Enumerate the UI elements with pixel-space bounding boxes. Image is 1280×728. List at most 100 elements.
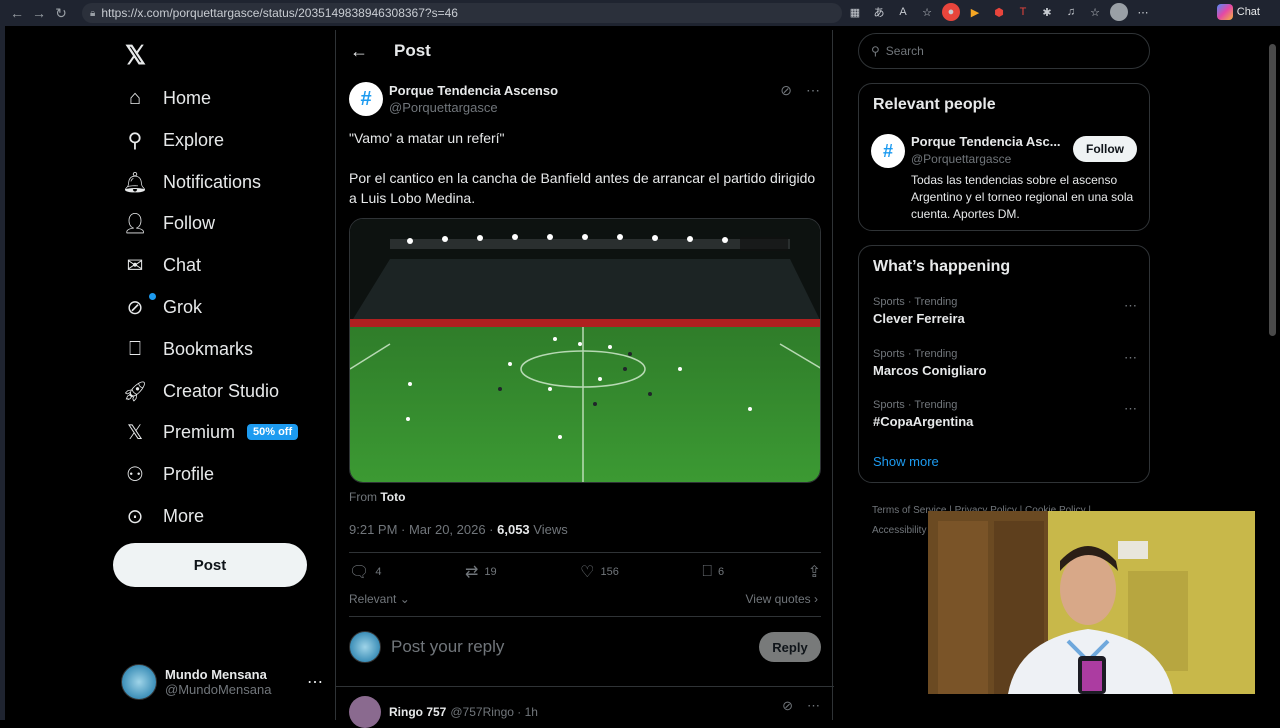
forward-arrow-icon[interactable]: → xyxy=(28,2,50,24)
favorites-icon[interactable]: ☆ xyxy=(1086,3,1104,21)
reply-button[interactable]: Reply xyxy=(759,632,821,662)
reply-author-name[interactable]: Ringo 757 xyxy=(389,705,446,719)
avatar[interactable]: # xyxy=(349,82,383,116)
copilot-chat-button[interactable]: Chat xyxy=(1216,4,1260,20)
translate-icon[interactable]: あ xyxy=(870,3,888,21)
bookmark-action[interactable]: ⎕ 6 xyxy=(702,562,724,582)
more-dots-icon[interactable]: ⋯ xyxy=(1124,401,1137,417)
post-actions: 🗨︎ 4 ⇄ 19 ♡ 156 ⎕ 6 ⇪ xyxy=(349,562,821,582)
left-sidebar: 𝕏 ⌂ Home ⚲ Explore 🔔︎ Notifications 👤︎ F… xyxy=(113,30,335,720)
sidebar-item-label: Chat xyxy=(163,254,202,275)
more-dots-icon[interactable]: ⋯ xyxy=(806,82,820,99)
back-arrow-icon[interactable]: ← xyxy=(350,41,368,62)
bookmark-count: 6 xyxy=(717,566,725,578)
account-switcher[interactable]: Mundo Mensana @MundoMensana ⋯ xyxy=(121,662,325,702)
like-action[interactable]: ♡ 156 xyxy=(580,562,619,582)
sidebar-item-home[interactable]: ⌂ Home xyxy=(123,78,211,118)
trend-topic: Clever Ferreira xyxy=(873,311,965,326)
follow-button[interactable]: Follow xyxy=(1073,136,1137,162)
red-ext-icon[interactable]: ⬢ xyxy=(990,3,1008,21)
reply-sort-dropdown[interactable]: Relevant ⌄ xyxy=(349,592,410,606)
x-logo-icon[interactable]: 𝕏 xyxy=(125,40,146,71)
read-aloud-icon[interactable]: A xyxy=(894,3,912,21)
search-placeholder: Search xyxy=(885,44,924,58)
app-grid-icon[interactable]: ▦ xyxy=(846,3,864,21)
play-ext-icon[interactable]: ▶ xyxy=(966,3,984,21)
whats-happening-card: What’s happening Sports · Trending Cleve… xyxy=(858,245,1150,483)
view-quotes-link[interactable]: View quotes › xyxy=(746,592,819,606)
mail-icon: ✉ xyxy=(126,254,144,277)
sidebar-item-explore[interactable]: ⚲ Explore xyxy=(123,120,224,160)
sidebar-item-follow[interactable]: 👤︎ Follow xyxy=(122,203,215,243)
search-input[interactable]: ⚲ Search xyxy=(858,33,1150,69)
sidebar-item-chat[interactable]: ✉ Chat xyxy=(123,245,201,285)
show-more-link[interactable]: Show more xyxy=(873,454,939,469)
card-title: Relevant people xyxy=(873,96,996,113)
notification-dot xyxy=(149,293,156,300)
reply-action[interactable]: 🗨︎ 4 xyxy=(349,562,381,582)
repost-action[interactable]: ⇄ 19 xyxy=(465,562,497,582)
sidebar-item-profile[interactable]: ⚇ Profile xyxy=(123,454,214,494)
sidebar-item-more[interactable]: ⊙ More xyxy=(123,496,204,536)
more-dots-icon[interactable]: ⋯ xyxy=(307,672,323,692)
more-dots-icon[interactable]: ⋯ xyxy=(1124,298,1137,314)
lock-icon: 🔒︎ xyxy=(90,7,96,19)
sidebar-item-creator-studio[interactable]: 🚀︎ Creator Studio xyxy=(122,371,279,411)
scrollbar-thumb[interactable] xyxy=(1269,44,1276,336)
heart-icon: ♡ xyxy=(580,564,595,581)
trend-topic: #CopaArgentina xyxy=(873,414,974,429)
share-action[interactable]: ⇪ xyxy=(808,562,821,582)
post-timestamp[interactable]: 9:21 PM · Mar 20, 2026 · xyxy=(349,522,497,537)
puzzle-icon[interactable]: ✱ xyxy=(1038,3,1056,21)
reply-tools: ⊘ ⋯ xyxy=(782,698,820,714)
sidebar-item-grok[interactable]: ⊘ Grok xyxy=(123,287,202,327)
chrome-ext-icon[interactable]: ● xyxy=(942,3,960,21)
back-arrow-icon[interactable]: ← xyxy=(6,2,28,24)
trend-item[interactable]: Sports · Trending Marcos Conigliaro ⋯ xyxy=(873,348,1137,378)
trend-topic: Marcos Conigliaro xyxy=(873,363,987,378)
grok-icon[interactable]: ⊘ xyxy=(780,82,792,99)
avatar[interactable] xyxy=(349,696,381,728)
view-quotes-label: View quotes xyxy=(745,592,811,606)
reply-item[interactable]: Ringo 757 @757Ringo · 1h xyxy=(349,696,538,728)
page-scrollbar[interactable] xyxy=(1265,30,1280,720)
sort-label: Relevant xyxy=(349,592,397,606)
browser-toolbar: ← → ↻ 🔒︎ https://x.com/porquettargasce/s… xyxy=(0,0,1280,26)
post-video[interactable] xyxy=(349,218,821,483)
more-dots-icon[interactable]: ⋯ xyxy=(1124,350,1137,366)
menu-dots-icon[interactable]: ⋯ xyxy=(1134,3,1152,21)
reply-author-handle[interactable]: @757Ringo · 1h xyxy=(450,705,538,719)
divider xyxy=(349,616,821,617)
from-source-link[interactable]: Toto xyxy=(380,490,405,504)
person-icon: ⚇ xyxy=(126,463,144,486)
tp-ext-icon[interactable]: T xyxy=(1014,3,1032,21)
accessibility-link[interactable]: Accessibility xyxy=(872,525,926,536)
trend-item[interactable]: Sports · Trending #CopaArgentina ⋯ xyxy=(873,399,1137,429)
post-button[interactable]: Post xyxy=(113,543,307,587)
avatar[interactable]: # xyxy=(871,134,905,168)
sidebar-item-notifications[interactable]: 🔔︎ Notifications xyxy=(122,162,261,202)
person-handle[interactable]: @Porquettargasce xyxy=(911,152,1011,166)
post-author[interactable]: # Porque Tendencia Ascenso @Porquettarga… xyxy=(349,82,558,116)
grok-icon: ⊘ xyxy=(126,296,144,319)
reload-icon[interactable]: ↻ xyxy=(50,2,72,24)
sidebar-item-label: Grok xyxy=(163,296,203,317)
trend-category: Sports · Trending xyxy=(873,348,958,360)
main-column: ← Post # Porque Tendencia Ascenso @Porqu… xyxy=(335,30,834,728)
webcam-feed xyxy=(928,511,1255,694)
media-icon[interactable]: ♫ xyxy=(1062,3,1080,21)
avatar xyxy=(349,631,381,663)
person-name[interactable]: Porque Tendencia Asc... xyxy=(911,134,1061,149)
author-name[interactable]: Porque Tendencia Ascenso xyxy=(389,83,558,98)
sidebar-item-premium[interactable]: 𝕏 Premium 50% off xyxy=(123,412,299,452)
trend-item[interactable]: Sports · Trending Clever Ferreira ⋯ xyxy=(873,296,1137,326)
favorite-star-icon[interactable]: ☆ xyxy=(918,3,936,21)
profile-avatar-icon[interactable] xyxy=(1110,3,1128,21)
grok-icon[interactable]: ⊘ xyxy=(782,698,793,714)
author-handle[interactable]: @Porquettargasce xyxy=(389,100,558,115)
address-bar[interactable]: 🔒︎ https://x.com/porquettargasce/status/… xyxy=(82,3,842,23)
bookmark-icon: ⎕ xyxy=(129,337,141,360)
more-dots-icon[interactable]: ⋯ xyxy=(807,698,820,714)
sidebar-item-bookmarks[interactable]: ⎕ Bookmarks xyxy=(123,329,253,369)
reply-input[interactable]: Post your reply xyxy=(391,637,759,657)
